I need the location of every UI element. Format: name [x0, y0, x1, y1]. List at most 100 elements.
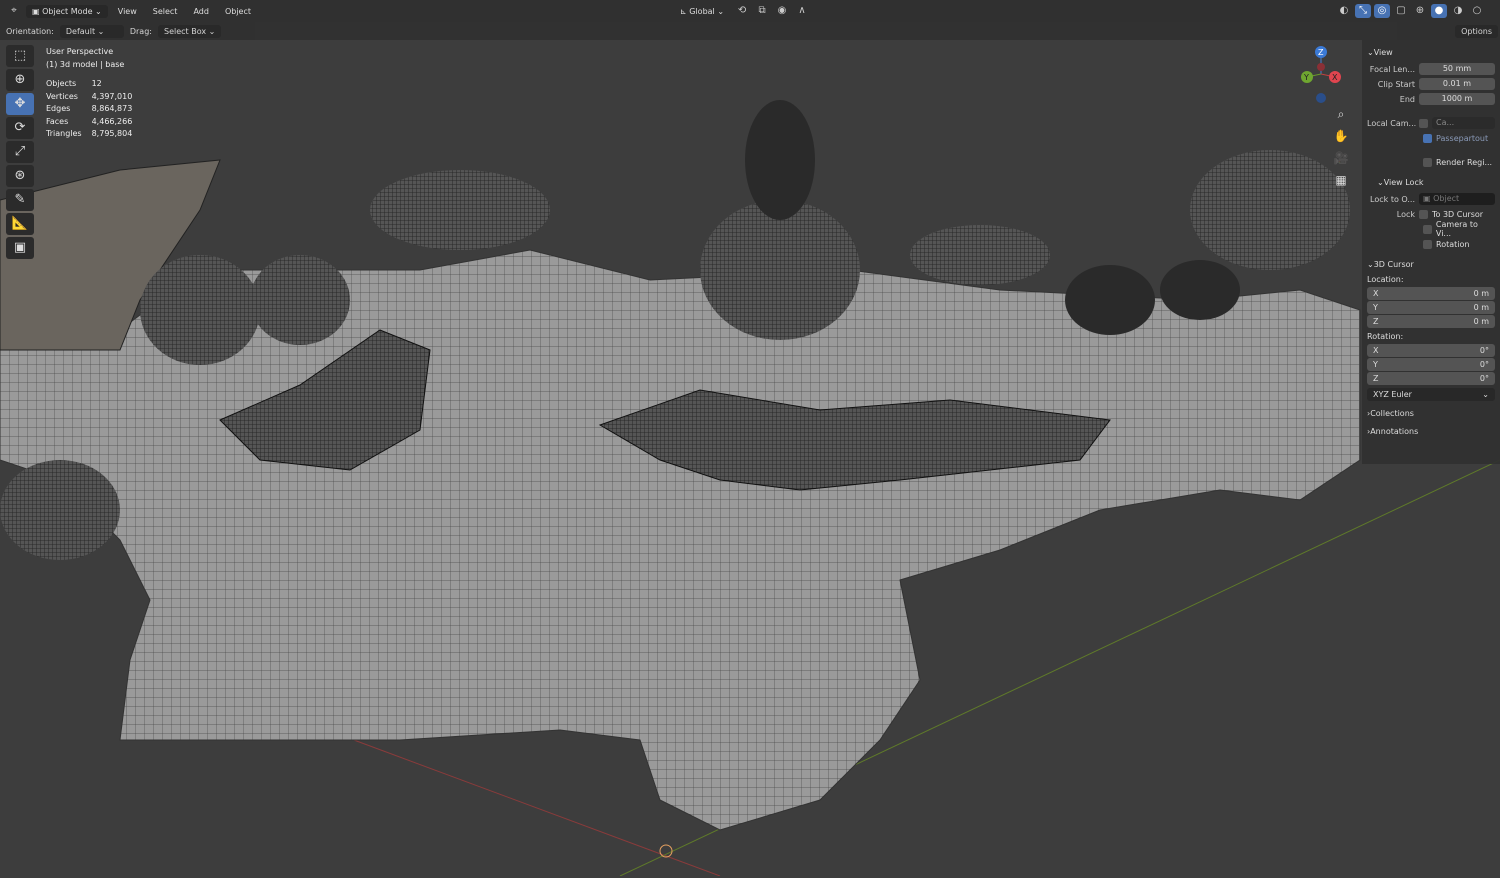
axis-label: Z	[1373, 374, 1379, 383]
stat-label: Edges	[46, 104, 71, 113]
focal-length-field[interactable]: 50 mm	[1419, 63, 1495, 75]
viewport-info: User Perspective (1) 3d model | base Obj…	[46, 46, 142, 141]
zoom-icon[interactable]: ⌕	[1331, 104, 1351, 124]
clip-start-label: Clip Start	[1377, 79, 1415, 89]
clip-start-field[interactable]: 0.01 m	[1419, 78, 1495, 90]
transform-orientation-dropdown[interactable]: ⊾ Global ⌄	[674, 5, 730, 18]
annotate-tool-icon[interactable]: ✎	[6, 189, 34, 211]
cursor-location-z[interactable]: Z 0 m	[1367, 315, 1495, 328]
rotation-mode-dropdown[interactable]: XYZ Euler ⌄	[1367, 388, 1495, 401]
move-tool-icon[interactable]: ✥	[6, 93, 34, 115]
lock-label: Lock	[1396, 209, 1415, 219]
axis-value: 0 m	[1473, 317, 1489, 326]
passepartout-checkbox[interactable]	[1423, 133, 1432, 143]
pivot-icon[interactable]: ⟲	[734, 4, 750, 18]
drag-dropdown[interactable]: Select Box ⌄	[157, 24, 222, 38]
drag-label: Drag:	[129, 26, 152, 36]
stat-label: Faces	[46, 116, 69, 126]
render-region-label: Render Regi...	[1436, 157, 1493, 167]
axis-value: 0 m	[1473, 289, 1489, 298]
camera-to-view-checkbox[interactable]	[1423, 224, 1432, 234]
lock-cursor-checkbox[interactable]	[1419, 209, 1428, 219]
falloff-icon[interactable]: ∧	[794, 4, 810, 18]
local-camera-checkbox[interactable]	[1419, 118, 1428, 128]
lock-to-object-field[interactable]: ▣ Object	[1419, 193, 1495, 205]
cursor-rotation-z[interactable]: Z 0°	[1367, 372, 1495, 385]
menu-object[interactable]: Object	[219, 5, 257, 18]
annotations-header[interactable]: › Annotations	[1367, 422, 1495, 440]
scale-tool-icon[interactable]: ⤢	[6, 141, 34, 163]
options-button[interactable]: Options	[1455, 24, 1498, 38]
axis-value: 0 m	[1473, 303, 1489, 312]
axis-value: 0°	[1479, 346, 1489, 355]
cursor-location-y[interactable]: Y 0 m	[1367, 301, 1495, 314]
cursor-location-x[interactable]: X 0 m	[1367, 287, 1495, 300]
stat-value: 12	[91, 79, 102, 88]
tool-settings-bar: Orientation: Default ⌄ Drag: Select Box …	[0, 22, 1500, 40]
3d-cursor-icon	[659, 844, 673, 858]
axis-label: Z	[1373, 317, 1379, 326]
panel-title: 3D Cursor	[1373, 259, 1414, 269]
mode-dropdown[interactable]: ▣ Object Mode ⌄	[26, 4, 108, 18]
select-box-icon[interactable]: ⬚	[6, 45, 34, 67]
stat-label: Objects	[46, 79, 77, 88]
focal-length-label: Focal Len...	[1369, 64, 1415, 74]
material-shading-icon[interactable]: ◑	[1450, 4, 1466, 18]
editor-type-icon[interactable]: ⌖	[6, 4, 22, 18]
ortho-grid-icon[interactable]: ▦	[1331, 170, 1351, 190]
view-panel-header[interactable]: ⌄ View	[1367, 43, 1495, 61]
menu-select[interactable]: Select	[147, 5, 184, 18]
3d-viewport[interactable]	[0, 40, 1500, 877]
cursor-rotation-y[interactable]: Y 0°	[1367, 358, 1495, 371]
orientation-dropdown[interactable]: Default ⌄	[59, 24, 124, 38]
overlay-toggle-icon[interactable]: ◎	[1374, 4, 1390, 18]
stats-table: Objects 12 Vertices 4,397,010 Edges 8,864,8…	[46, 78, 142, 141]
rotate-tool-icon[interactable]: ⟳	[6, 117, 34, 139]
snap-icon[interactable]: ⧉	[754, 4, 770, 18]
stat-label: Vertices	[46, 91, 78, 101]
lock-to-object-label: Lock to O...	[1370, 194, 1415, 204]
gizmo-toggle-icon[interactable]: ⤡	[1355, 4, 1371, 18]
sidebar-n-panel: ⌄ View Focal Len... 50 mm Clip Start 0.01 …	[1362, 40, 1500, 464]
wireframe-shading-icon[interactable]: ⊕	[1412, 4, 1428, 18]
visibility-icon[interactable]: ◐	[1336, 4, 1352, 18]
camera-to-view-label: Camera to Vi...	[1435, 220, 1478, 238]
passepartout-label: Passepartout	[1436, 133, 1489, 143]
menu-view[interactable]: View	[112, 5, 143, 18]
pan-hand-icon[interactable]: ✋	[1331, 126, 1351, 146]
axis-value: 0°	[1479, 374, 1489, 383]
lock-rotation-checkbox[interactable]	[1423, 239, 1432, 249]
axis-label: Y	[1373, 360, 1378, 369]
cursor-rotation-x[interactable]: X 0°	[1367, 344, 1495, 357]
header-bar: ⌖ ▣ Object Mode ⌄ View Select Add Object…	[0, 0, 1500, 22]
camera-view-icon[interactable]: 🎥	[1331, 148, 1351, 168]
rendered-shading-icon[interactable]: ○	[1469, 4, 1485, 18]
svg-text:Z: Z	[1318, 48, 1324, 57]
clip-end-field[interactable]: 1000 m	[1419, 93, 1495, 105]
axis-label: Y	[1373, 303, 1378, 312]
view-name: User Perspective	[46, 47, 114, 56]
measure-tool-icon[interactable]: 📐	[6, 213, 34, 235]
menu-add[interactable]: Add	[187, 5, 215, 18]
coral-reef-mesh	[0, 100, 1500, 877]
xray-icon[interactable]: ▢	[1393, 4, 1409, 18]
transform-tool-icon[interactable]: ⊛	[6, 165, 34, 187]
solid-shading-icon[interactable]: ●	[1431, 4, 1447, 18]
drag-value: Select Box	[163, 26, 207, 36]
rotation-mode-value: XYZ Euler	[1373, 390, 1412, 399]
view-lock-header[interactable]: ⌄ View Lock	[1367, 173, 1495, 191]
proportional-edit-icon[interactable]: ◉	[774, 4, 790, 18]
chevron-down-icon: ⌄	[1482, 390, 1489, 399]
3d-cursor-header[interactable]: ⌄ 3D Cursor	[1367, 255, 1495, 273]
lock-to-object-value: Object	[1433, 194, 1460, 203]
cursor-tool-icon[interactable]: ⊕	[6, 69, 34, 91]
navigation-gizmo[interactable]: Z X Y	[1295, 44, 1347, 106]
add-cube-icon[interactable]: ▣	[6, 237, 34, 259]
lock-cursor-label: To 3D Cursor	[1432, 209, 1484, 219]
local-camera-field[interactable]: Ca...	[1432, 117, 1495, 129]
orientation-value: Default	[65, 26, 96, 36]
render-region-checkbox[interactable]	[1423, 157, 1432, 167]
stat-label: Triangles	[46, 129, 82, 138]
panel-title: Annotations	[1370, 426, 1419, 436]
collections-header[interactable]: › Collections	[1367, 404, 1495, 422]
